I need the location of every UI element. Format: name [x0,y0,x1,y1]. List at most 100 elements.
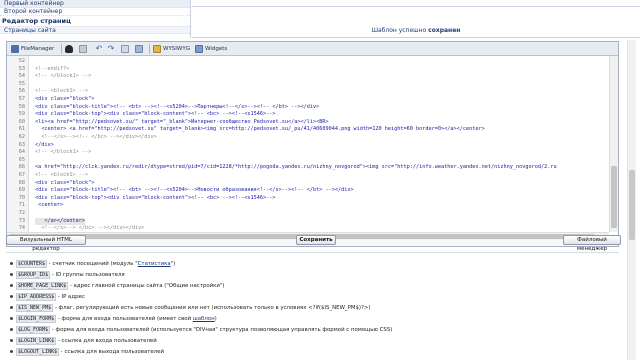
line-number: 64 [18,149,25,156]
variable-description: - форма для входа пользователей (использ… [50,327,393,333]
sidebar-item-site-pages[interactable]: Страницы сайта [0,26,190,34]
file-manager-button[interactable]: Файловый менеджер [563,235,621,252]
redo-toolbar-button[interactable]: ↷ [107,44,115,54]
editor-toolbar: FileManager ↶ ↷ WYSIWYG Widgets [7,42,618,56]
find-toolbar-button[interactable] [65,44,73,54]
code-line[interactable]: <center> [35,202,63,210]
variable-code[interactable]: $LOGIN_FORM$ [16,315,57,323]
variable-help-item: $IS_NEW_PM$ - флаг, регулирующий есть но… [10,304,371,313]
code-line[interactable]: <div class="block-title"><!-- <bt> --><!… [35,104,319,112]
variable-help-item: $HOME_PAGE_LINK$ - адрес главной страниц… [10,282,224,291]
variable-help-link[interactable]: Статистика [138,261,171,267]
save-button[interactable]: Сохранить [296,235,336,245]
bullet-icon [10,328,13,331]
wysiwyg-icon [153,45,161,53]
code-area[interactable]: <!--endif?> <!-- </block1> --> <!-- <block… [31,56,609,232]
file-manager-label: FileManager [21,46,55,52]
variable-description: - адрес главной страницы сайта ("Общие н… [68,283,225,289]
syntax-toolbar-button[interactable] [135,44,143,54]
code-line[interactable]: <!-- </block1> --> [35,73,91,81]
code-line[interactable]: <!--</s>--><!-- </bc> --></div></div> [35,134,157,142]
page-scrollbar[interactable] [627,40,636,360]
success-message: Шаблон успешно сохранен [192,27,640,34]
variable-help-link[interactable]: шаблон [193,316,215,322]
variable-help-item: $LOGOUT_LINK$ - ссылка для выхода пользо… [10,348,164,357]
variable-code[interactable]: $LOG_FORM$ [16,326,51,334]
variable-code[interactable]: $COUNTER$ [16,260,48,268]
variable-description: - флаг, регулирующий есть новые сообщени… [53,305,371,311]
code-line[interactable]: <a href="http://clck.yandex.ru/redir/dty… [35,164,557,172]
variable-help-item: $GROUP_ID$ - ID группы пользователя [10,271,125,280]
variable-description-tail: ) [214,316,217,322]
line-number: 54 [18,73,25,80]
line-number: 70 [18,194,25,201]
line-number: 62 [18,134,25,140]
success-bold: сохранен [428,27,461,34]
goto-line-toolbar-button[interactable] [121,44,129,54]
variable-code[interactable]: $GROUP_ID$ [16,271,51,279]
variable-code[interactable]: $HOME_PAGE_LINK$ [16,282,69,290]
bullet-icon [10,350,13,353]
editor-vertical-scrollbar[interactable] [609,56,618,232]
code-line[interactable]: <!--</s>--> </bc> --></div></div> [35,225,144,232]
editor-vertical-scroll-thumb[interactable] [611,166,617,228]
code-line[interactable]: <div class="block-top"><div class="block… [35,195,275,203]
widgets-icon [195,45,203,53]
code-line[interactable]: <!-- <block1> --> [35,88,88,96]
code-line[interactable]: <center> <a href="http://pedsovet.su" ta… [35,126,485,134]
redo-icon: ↷ [107,44,115,53]
code-line[interactable]: <div class="block-top"><div class="block… [35,111,275,119]
code-editor: FileManager ↶ ↷ WYSIWYG Widgets 52 53 54… [6,41,619,247]
variable-code[interactable]: $IP_ADDRESS$ [16,293,57,301]
code-line[interactable]: <div class="block-title"><!-- <bt> --><!… [35,187,354,195]
wysiwyg-toolbar-button[interactable]: WYSIWYG [153,44,190,54]
code-line[interactable]: </div> [35,142,54,150]
line-number: 58 [18,103,25,110]
variable-code[interactable]: $LOGOUT_LINK$ [16,348,60,356]
line-number: 67 [18,172,25,178]
sidebar-item-first-container[interactable]: Первый контейнер [0,0,190,8]
page: Первый контейнер Второй контейнер Редакт… [0,0,640,360]
variable-description: - счетчик посещений (модуль " [47,261,138,267]
goto-line-icon [121,45,129,53]
bullet-icon [10,295,13,298]
variable-code[interactable]: $IS_NEW_PM$ [16,304,54,312]
page-scroll-thumb[interactable] [629,170,635,240]
code-line[interactable]: <div class="block"> [35,96,94,104]
variable-help-item: $LOG_FORM$ - форма для входа пользовател… [10,326,392,335]
toolbar-separator [61,44,62,54]
line-number: 73 [18,217,25,224]
line-number-gutter: 52 53 54 55 56 57 58 59 60 61 62 63 64 65 66 67 68 69 70 71… [7,56,29,232]
line-number: 66 [18,164,25,171]
variable-help-item: $COUNTER$ - счетчик посещений (модуль "С… [10,260,175,269]
code-line[interactable]: <!--endif?> [35,66,69,74]
line-number: 63 [18,141,25,148]
line-number: 53 [18,65,25,72]
line-number: 60 [18,118,25,125]
code-line[interactable]: <!-- <block1> --> [35,172,88,180]
variable-code[interactable]: $LOGIN_LINK$ [16,337,57,345]
sidebar-item-second-container[interactable]: Второй контейнер [0,8,190,16]
visual-html-editor-button[interactable]: Визуальный HTML редактор [6,235,86,252]
bullet-icon [10,273,13,276]
code-line[interactable]: <!-- </block1> --> [35,149,91,157]
line-number: 56 [18,88,25,95]
bullet-icon [10,284,13,287]
line-number: 68 [18,179,25,186]
line-number: 61 [18,126,25,133]
widgets-toolbar-button[interactable]: Widgets [195,44,227,54]
file-manager-toolbar-button[interactable]: FileManager [11,44,54,54]
replace-icon [79,45,87,53]
code-line[interactable]: <li><a href="http://pedsovet.su/" target… [35,119,329,127]
file-manager-icon [11,45,19,53]
variable-description: - ссылка для выхода пользователей [59,349,165,355]
variable-help-item: $LOGIN_LINK$ - ссылка для входа пользова… [10,337,157,346]
code-line[interactable]: </a></center> [35,217,85,226]
sidebar-section-title[interactable]: Редактор страниц [0,17,190,26]
line-number: 52 [18,58,25,64]
header-divider [192,6,640,7]
variable-description-tail: ") [170,261,176,267]
replace-toolbar-button[interactable] [79,44,87,54]
undo-toolbar-button[interactable]: ↶ [95,44,103,54]
widgets-label: Widgets [205,46,228,52]
